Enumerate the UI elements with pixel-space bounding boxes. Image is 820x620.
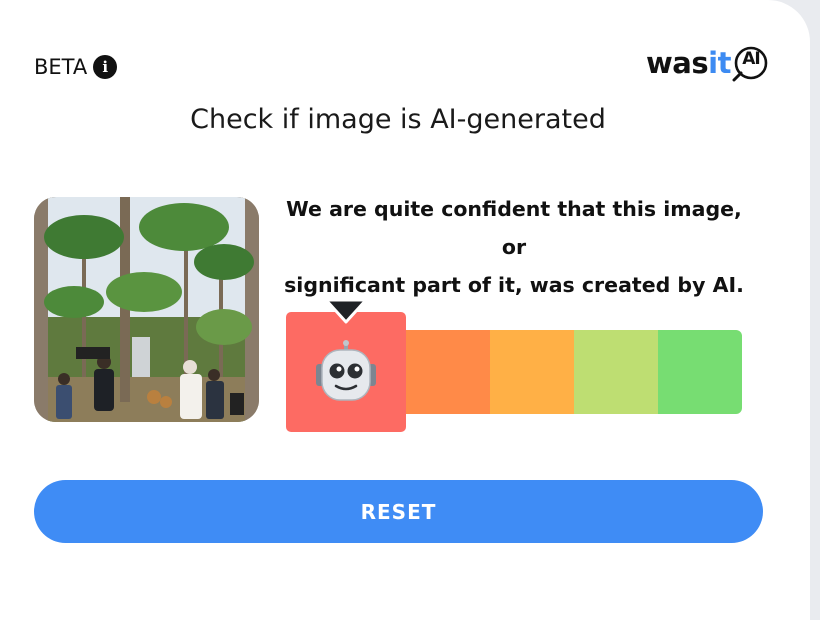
magnifier-icon: AI: [732, 44, 770, 82]
verdict-text: We are quite confident that this image, …: [280, 190, 748, 304]
verdict-line-2: significant part of it, was created by A…: [284, 273, 744, 297]
page-title: Check if image is AI-generated: [190, 104, 606, 135]
scale-segment-uncertain: [490, 330, 574, 414]
scale-segment-likely-ai: [406, 330, 490, 414]
logo-text-ai: AI: [742, 49, 760, 69]
selection-pointer-icon: [324, 300, 368, 324]
uploaded-image: [34, 197, 259, 422]
scale-segment-ai-selected: [286, 312, 406, 432]
scale-segment-likely-real: [574, 330, 658, 414]
beta-indicator: BETA i: [34, 55, 118, 79]
beta-label: BETA: [34, 55, 88, 79]
checker-card: BETA i was it AI Check if image is AI-ge…: [0, 0, 810, 620]
confidence-scale: [406, 330, 742, 414]
info-icon[interactable]: i: [93, 55, 118, 79]
logo-text-was: was: [646, 46, 709, 80]
wasitai-logo[interactable]: was it AI: [646, 44, 770, 82]
robot-face-icon: [316, 340, 376, 401]
reset-button[interactable]: RESET: [34, 480, 763, 543]
scale-segment-real: [658, 330, 742, 414]
logo-text-it: it: [708, 46, 731, 80]
verdict-line-1: We are quite confident that this image, …: [286, 197, 742, 259]
